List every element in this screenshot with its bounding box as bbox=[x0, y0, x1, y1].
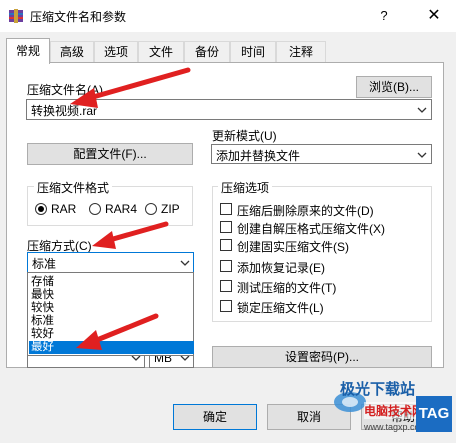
tab-backup[interactable]: 备份 bbox=[184, 41, 230, 62]
checkbox-create-sfx[interactable] bbox=[220, 221, 232, 233]
radio-rar-label: RAR bbox=[51, 202, 77, 216]
chevron-down-icon[interactable] bbox=[415, 103, 429, 117]
checkbox-delete-after-label: 压缩后删除原来的文件(D) bbox=[237, 204, 374, 218]
method-option-store[interactable]: 存储 bbox=[29, 276, 194, 289]
checkbox-solid[interactable] bbox=[220, 239, 232, 251]
annotation-arrow-icon bbox=[92, 221, 169, 249]
compression-method-value: 标准 bbox=[32, 257, 57, 271]
checkbox-solid-label: 创建固实压缩文件(S) bbox=[237, 240, 349, 254]
chevron-down-icon[interactable] bbox=[415, 148, 429, 162]
radio-zip[interactable] bbox=[145, 203, 157, 215]
window-title: 压缩文件名和参数 bbox=[30, 10, 127, 24]
tab-advanced[interactable]: 高级 bbox=[50, 41, 94, 62]
browse-button[interactable]: 浏览(B)... bbox=[356, 76, 432, 98]
tab-time[interactable]: 时间 bbox=[230, 41, 276, 62]
checkbox-create-sfx-label: 创建自解压格式压缩文件(X) bbox=[237, 222, 385, 236]
chevron-down-icon[interactable] bbox=[178, 256, 192, 270]
watermark: 极光下载站 电脑技术网 www.tagxp.com TAG bbox=[334, 372, 456, 443]
radio-zip-label: ZIP bbox=[161, 202, 180, 216]
radio-rar4-label: RAR4 bbox=[105, 202, 138, 216]
winrar-app-icon bbox=[9, 9, 23, 23]
checkbox-test-files-label: 测试压缩的文件(T) bbox=[237, 281, 337, 295]
checkbox-test-files[interactable] bbox=[220, 280, 232, 292]
help-titlebar-button[interactable]: ? bbox=[372, 4, 396, 28]
annotation-arrow-icon bbox=[76, 313, 159, 350]
format-group-title: 压缩文件格式 bbox=[34, 179, 113, 196]
checkbox-recovery-record[interactable] bbox=[220, 260, 232, 272]
update-mode-value: 添加并替换文件 bbox=[216, 149, 301, 163]
close-icon[interactable]: ✕ bbox=[420, 4, 448, 28]
watermark-title: 极光下载站 bbox=[340, 381, 416, 398]
checkbox-lock-archive[interactable] bbox=[220, 300, 232, 312]
tab-comment[interactable]: 注释 bbox=[276, 41, 326, 62]
method-option-fastest[interactable]: 最快 bbox=[29, 289, 194, 302]
profile-button[interactable]: 配置文件(F)... bbox=[27, 143, 193, 165]
radio-rar4[interactable] bbox=[89, 203, 101, 215]
watermark-subtitle: 电脑技术网 bbox=[364, 402, 425, 419]
ok-button[interactable]: 确定 bbox=[173, 404, 257, 430]
radio-rar[interactable] bbox=[35, 203, 47, 215]
compression-options-title: 压缩选项 bbox=[218, 179, 273, 196]
checkbox-delete-after[interactable] bbox=[220, 203, 232, 215]
tab-general[interactable]: 常规 bbox=[6, 38, 50, 64]
checkbox-lock-archive-label: 锁定压缩文件(L) bbox=[237, 301, 324, 315]
update-mode-select[interactable]: 添加并替换文件 bbox=[211, 144, 432, 164]
set-password-button[interactable]: 设置密码(P)... bbox=[212, 346, 432, 368]
annotation-arrow-icon bbox=[70, 67, 191, 108]
checkbox-recovery-record-label: 添加恢复记录(E) bbox=[237, 261, 325, 275]
watermark-tag-badge: TAG bbox=[416, 396, 452, 432]
update-mode-label: 更新模式(U) bbox=[212, 129, 277, 143]
tab-files[interactable]: 文件 bbox=[138, 41, 184, 62]
tab-options[interactable]: 选项 bbox=[94, 41, 138, 62]
